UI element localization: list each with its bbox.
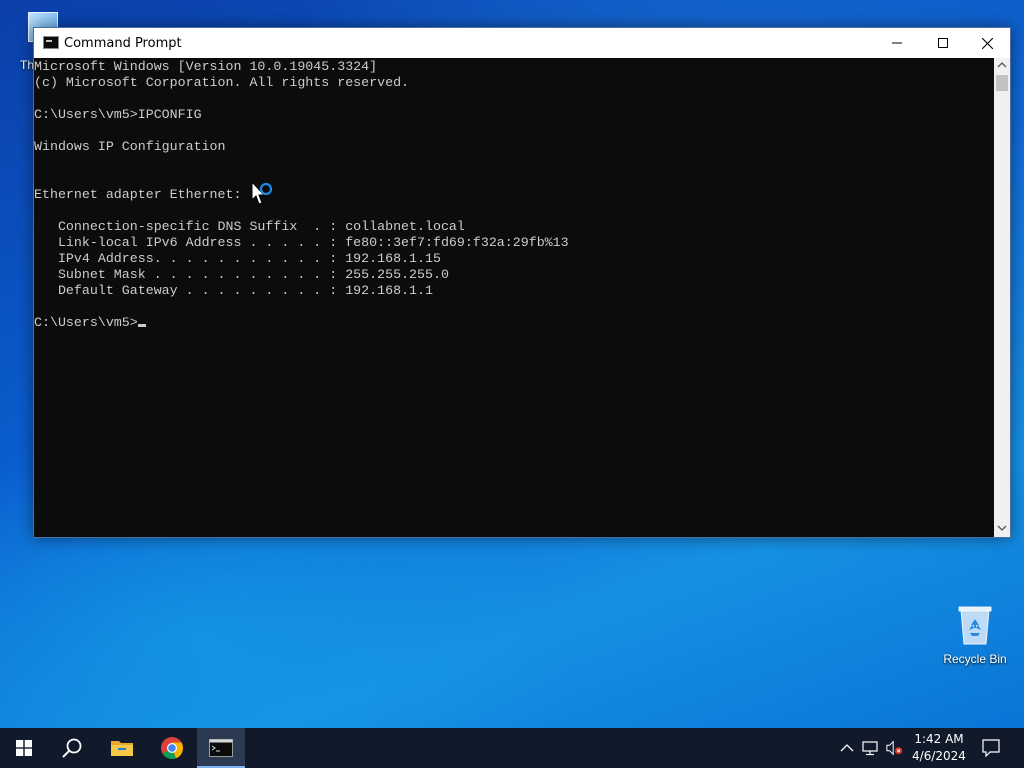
search-icon xyxy=(62,738,82,758)
maximize-icon xyxy=(938,38,948,48)
console-line: Connection-specific DNS Suffix . : colla… xyxy=(57,219,465,234)
folder-icon xyxy=(111,741,133,756)
desktop: Th Recycle Bin Command Prompt Microsoft xyxy=(0,0,1024,728)
busy-pointer-icon xyxy=(251,181,273,205)
console-line: Default Gateway . . . . . . . . . : 192.… xyxy=(57,283,433,298)
title-bar[interactable]: Command Prompt xyxy=(34,28,1010,58)
network-icon[interactable] xyxy=(862,740,880,756)
command-prompt-line: C:\Users\vm5> xyxy=(34,315,138,330)
clock-time: 1:42 AM xyxy=(914,732,964,746)
console-lines: Microsoft Windows [Version 10.0.19045.33… xyxy=(34,59,569,298)
window-title: Command Prompt xyxy=(64,36,182,51)
recycle-bin-label: Recycle Bin xyxy=(943,652,1007,666)
scroll-down-arrow-icon[interactable] xyxy=(997,524,1007,532)
console-line: Ethernet adapter Ethernet: xyxy=(34,187,242,202)
console-line: C:\Users\vm5>IPCONFIG xyxy=(34,107,202,122)
chrome-button[interactable] xyxy=(148,728,196,768)
start-button[interactable] xyxy=(0,728,48,768)
clock-date: 4/6/2024 xyxy=(912,749,966,763)
command-prompt-icon xyxy=(209,739,233,757)
command-prompt-window[interactable]: Command Prompt Microsoft Windows [Versio… xyxy=(33,27,1011,538)
text-cursor xyxy=(137,324,146,327)
command-prompt-taskbar-button[interactable] xyxy=(197,728,245,768)
show-hidden-icons-chevron-icon[interactable] xyxy=(838,740,856,756)
recycle-bin[interactable]: Recycle Bin xyxy=(938,600,1012,672)
taskbar: 1:42 AM 4/6/2024 xyxy=(0,728,1024,768)
console-output[interactable]: Microsoft Windows [Version 10.0.19045.33… xyxy=(34,58,994,537)
vertical-scrollbar[interactable] xyxy=(994,58,1010,537)
action-center-icon[interactable] xyxy=(982,739,1000,757)
console-line: Windows IP Configuration xyxy=(34,139,226,154)
search-button[interactable] xyxy=(48,728,96,768)
volume-muted-icon[interactable] xyxy=(886,740,904,756)
recycle-bin-icon xyxy=(958,606,992,645)
command-prompt-icon xyxy=(43,36,59,49)
close-button[interactable] xyxy=(964,28,1010,58)
minimize-icon xyxy=(892,42,902,44)
file-explorer-button[interactable] xyxy=(98,728,146,768)
chrome-icon xyxy=(161,737,184,760)
windows-logo-icon xyxy=(16,740,32,756)
minimize-button[interactable] xyxy=(874,28,920,58)
system-clock[interactable]: 1:42 AM 4/6/2024 xyxy=(908,731,970,765)
console-line: (c) Microsoft Corporation. All rights re… xyxy=(34,75,410,90)
scroll-up-arrow-icon[interactable] xyxy=(997,61,1007,69)
console-line: Subnet Mask . . . . . . . . . . . : 255.… xyxy=(57,267,449,282)
console-line: IPv4 Address. . . . . . . . . . . : 192.… xyxy=(57,251,441,266)
console-text: Microsoft Windows [Version 10.0.19045.33… xyxy=(34,59,569,331)
desktop-shortcut-label: Th xyxy=(20,58,35,72)
console-line: Link-local IPv6 Address . . . . . : fe80… xyxy=(57,235,569,250)
maximize-button[interactable] xyxy=(920,28,966,58)
scrollbar-thumb[interactable] xyxy=(996,75,1008,91)
close-icon xyxy=(981,37,993,49)
console-line: Microsoft Windows [Version 10.0.19045.33… xyxy=(34,59,378,74)
